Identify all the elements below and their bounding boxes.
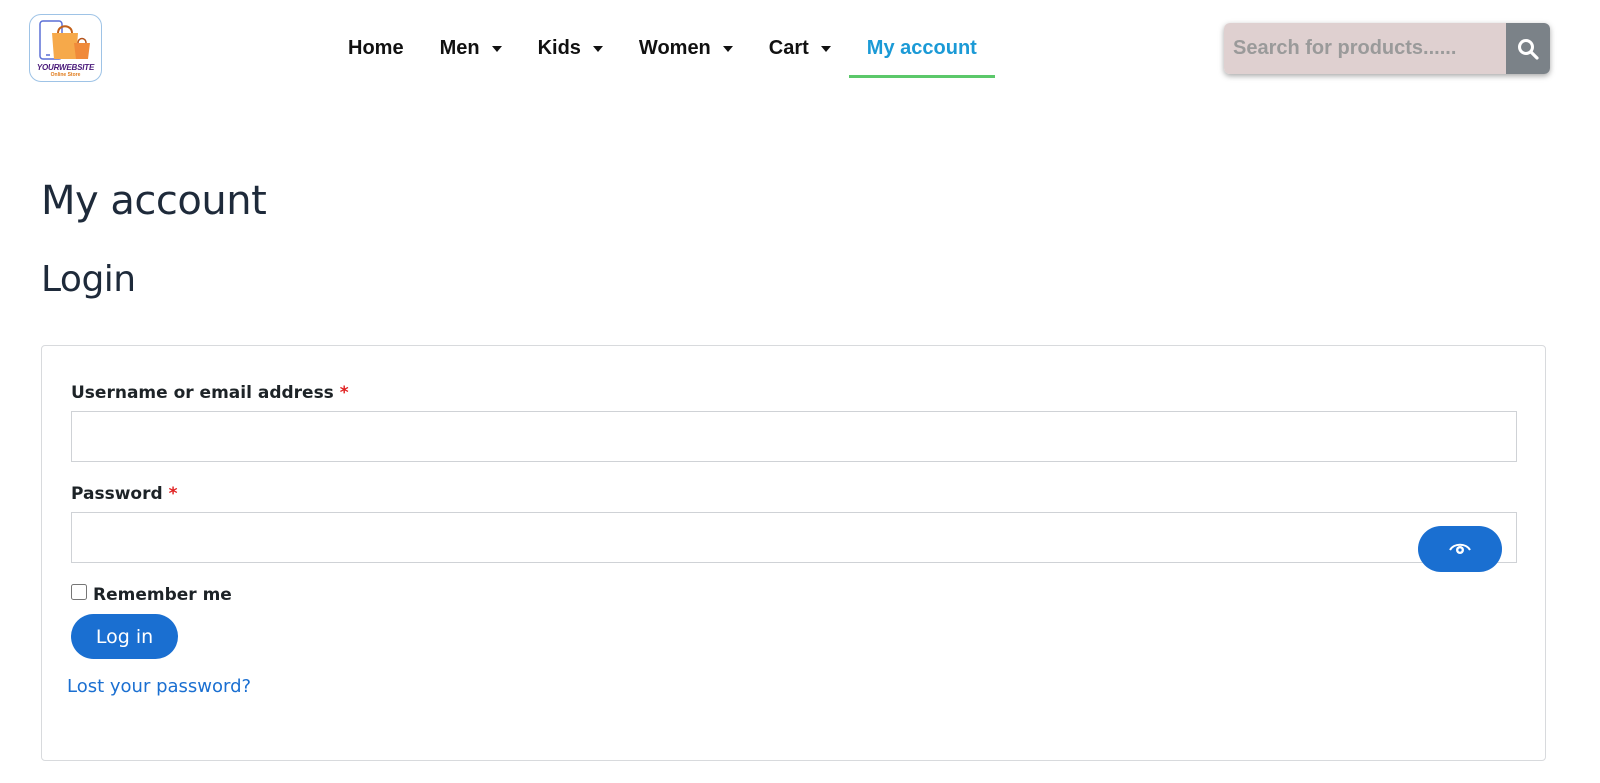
remember-me-checkbox[interactable] xyxy=(71,584,87,600)
logo-tagline: Online Store xyxy=(50,72,81,78)
page-title: My account xyxy=(41,178,267,224)
site-header: YOURWEBSITE Online Store Home Men Kids W… xyxy=(0,0,1600,100)
nav-item-women[interactable]: Women xyxy=(621,26,751,78)
caret-down-icon xyxy=(722,46,733,52)
nav-item-men[interactable]: Men xyxy=(422,26,520,78)
nav-item-label: Cart xyxy=(768,37,809,59)
main-nav: Home Men Kids Women Cart My account xyxy=(330,26,995,78)
nav-item-label: My account xyxy=(866,37,977,59)
nav-item-label: Women xyxy=(638,37,711,59)
search-input[interactable] xyxy=(1224,23,1506,74)
login-heading: Login xyxy=(41,259,136,300)
nav-item-my-account[interactable]: My account xyxy=(848,26,995,78)
search-bar xyxy=(1224,23,1550,74)
show-password-button[interactable] xyxy=(1418,526,1502,572)
site-logo[interactable]: YOURWEBSITE Online Store xyxy=(29,14,102,82)
nav-item-home[interactable]: Home xyxy=(330,26,422,78)
search-icon xyxy=(1518,38,1539,60)
remember-me-label: Remember me xyxy=(93,585,232,605)
username-label: Username or email address * xyxy=(71,383,349,403)
nav-item-label: Men xyxy=(439,37,480,59)
caret-down-icon xyxy=(820,46,831,52)
eye-icon xyxy=(1449,543,1471,554)
search-button[interactable] xyxy=(1506,23,1550,74)
password-label: Password * xyxy=(71,484,177,504)
nav-item-kids[interactable]: Kids xyxy=(520,26,621,78)
caret-down-icon xyxy=(592,46,603,52)
log-in-button[interactable]: Log in xyxy=(71,614,178,659)
remember-me[interactable]: Remember me xyxy=(71,584,232,605)
nav-item-cart[interactable]: Cart xyxy=(751,26,849,78)
password-label-text: Password xyxy=(71,484,163,504)
username-field[interactable] xyxy=(71,411,1517,462)
password-field[interactable] xyxy=(71,512,1517,563)
username-label-text: Username or email address xyxy=(71,383,334,403)
nav-item-label: Home xyxy=(348,37,404,59)
caret-down-icon xyxy=(491,46,502,52)
required-marker: * xyxy=(168,484,178,504)
required-marker: * xyxy=(339,383,349,403)
lost-password-link[interactable]: Lost your password? xyxy=(67,676,251,697)
logo-name: YOURWEBSITE xyxy=(36,63,95,72)
login-form: Username or email address * Password * R… xyxy=(41,345,1546,761)
nav-item-label: Kids xyxy=(537,37,581,59)
